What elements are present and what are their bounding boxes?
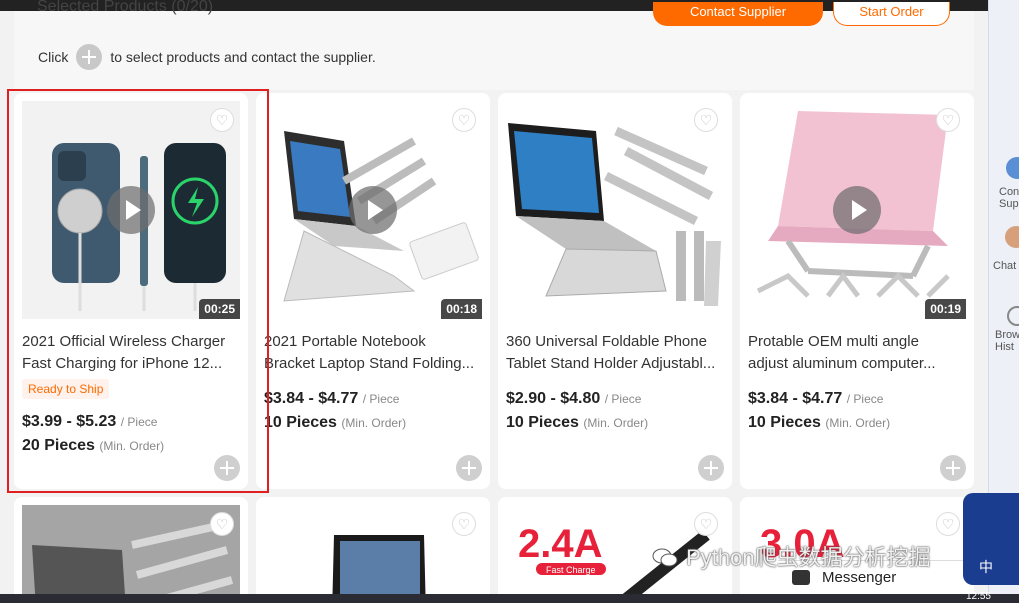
foldable-stand-image [506,101,724,319]
title-line-1: 2021 Official Wireless Charger [22,333,226,350]
moq-unit: (Min. Order) [583,416,649,430]
product-image[interactable] [506,101,724,319]
product-card[interactable]: ♡ [256,497,490,603]
video-duration: 00:25 [199,299,240,319]
page: Selected Products (0/20) Contact Supplie… [0,0,988,603]
moq-value: 10 Pieces [506,414,579,431]
min-order: 10 Pieces (Min. Order) [748,414,890,432]
product-card[interactable]: ♡ 360 Universal Foldable Phone Tablet St… [498,93,732,489]
play-icon[interactable] [107,186,155,234]
add-product-plus-icon[interactable] [214,455,240,481]
contact-line-1: Con [999,186,1019,198]
history-icon[interactable] [1007,306,1019,326]
contact-supplier-button[interactable]: Contact Supplier [653,2,823,26]
heart-icon[interactable]: ♡ [210,108,234,132]
play-icon[interactable] [349,186,397,234]
price-unit: / Piece [120,415,158,429]
amp-label: 2.4A [518,522,603,566]
product-image[interactable]: 00:19 [748,101,966,319]
hint-prefix: Click [38,49,69,65]
price-range: $3.84 - $4.77 / Piece [264,390,399,408]
plus-icon [76,44,103,70]
fast-charge-label: Fast Charge [546,565,596,575]
product-card[interactable]: 00:18 ♡ 2021 Portable Notebook Bracket L… [256,93,490,489]
contact-line-2: Supp [999,198,1019,210]
product-title[interactable]: 360 Universal Foldable Phone Tablet Stan… [506,331,724,375]
chat-shortcut[interactable]: Chat [993,260,1019,272]
ime-indicator: 中 [979,559,993,575]
price-value: $3.99 - $5.23 [22,413,117,430]
product-title[interactable]: 2021 Official Wireless Charger Fast Char… [22,331,240,375]
title-line-2: Bracket Laptop Stand Folding... [264,355,475,372]
ready-to-ship-badge: Ready to Ship [22,379,110,399]
taskbar: 12:55 [0,591,1019,603]
heart-icon[interactable]: ♡ [452,512,476,536]
watermark: Python爬虫数据分析挖掘 [652,540,931,572]
heart-icon[interactable]: ♡ [936,512,960,536]
heart-icon[interactable]: ♡ [694,108,718,132]
heart-icon[interactable]: ♡ [210,512,234,536]
product-image[interactable]: 00:25 [22,101,240,319]
moq-unit: (Min. Order) [341,416,407,430]
product-card[interactable]: 00:19 ♡ Protable OEM multi angle adjust … [740,93,974,489]
browse-line-2: Hist [995,341,1014,353]
product-image[interactable] [22,505,240,603]
product-card[interactable]: 00:25 ♡ 2021 Official Wireless Charger F… [14,93,248,489]
contact-supplier-shortcut[interactable]: Con Supp [999,186,1019,210]
moq-value: 20 Pieces [22,437,95,454]
product-title[interactable]: 2021 Portable Notebook Bracket Laptop St… [264,331,482,375]
title-line-2: Tablet Stand Holder Adjustabl... [506,355,716,372]
title-line-2: Fast Charging for iPhone 12... [22,355,223,372]
add-product-plus-icon[interactable] [456,455,482,481]
min-order: 20 Pieces (Min. Order) [22,437,164,455]
product-card[interactable]: ♡ [14,497,248,603]
moq-unit: (Min. Order) [825,416,891,430]
browse-history-shortcut[interactable]: Brow Hist [995,329,1019,353]
message-icon [792,570,810,585]
product-image[interactable]: 00:18 [264,101,482,319]
price-value: $3.84 - $4.77 [748,390,843,407]
add-product-plus-icon[interactable] [698,455,724,481]
price-unit: / Piece [362,392,400,406]
laptop-image [264,505,482,603]
video-duration: 00:19 [925,299,966,319]
price-range: $3.99 - $5.23 / Piece [22,413,157,431]
min-order: 10 Pieces (Min. Order) [264,414,406,432]
heart-icon[interactable]: ♡ [694,512,718,536]
mail-icon[interactable] [1006,157,1019,179]
heart-icon[interactable]: ♡ [936,108,960,132]
play-icon[interactable] [833,186,881,234]
watermark-text: Python爬虫数据分析挖掘 [686,545,931,570]
title-line-1: Protable OEM multi angle [748,333,919,350]
moq-unit: (Min. Order) [99,439,165,453]
selected-products-title: Selected Products (0/20) [37,0,214,15]
avatar[interactable] [1005,226,1019,248]
start-order-button[interactable]: Start Order [833,2,950,26]
wechat-icon [652,548,678,567]
hint-suffix: to select products and contact the suppl… [110,49,376,65]
laptop-stand-image [22,505,240,603]
heart-icon[interactable]: ♡ [452,108,476,132]
title-line-1: 2021 Portable Notebook [264,333,426,350]
title-line-2: adjust aluminum computer... [748,355,936,372]
product-title[interactable]: Protable OEM multi angle adjust aluminum… [748,331,966,375]
clock: 12:55 [965,591,991,602]
floating-app-widget[interactable]: 中 [963,493,1019,585]
browse-line-1: Brow [995,329,1019,341]
add-product-plus-icon[interactable] [940,455,966,481]
price-value: $2.90 - $4.80 [506,390,601,407]
moq-value: 10 Pieces [264,414,337,431]
price-unit: / Piece [846,392,884,406]
price-range: $3.84 - $4.77 / Piece [748,390,883,408]
price-value: $3.84 - $4.77 [264,390,359,407]
product-image[interactable] [264,505,482,603]
title-line-1: 360 Universal Foldable Phone [506,333,707,350]
moq-value: 10 Pieces [748,414,821,431]
selection-hint: Click to select products and contact the… [38,44,376,70]
video-duration: 00:18 [441,299,482,319]
price-range: $2.90 - $4.80 / Piece [506,390,641,408]
price-unit: / Piece [604,392,642,406]
min-order: 10 Pieces (Min. Order) [506,414,648,432]
